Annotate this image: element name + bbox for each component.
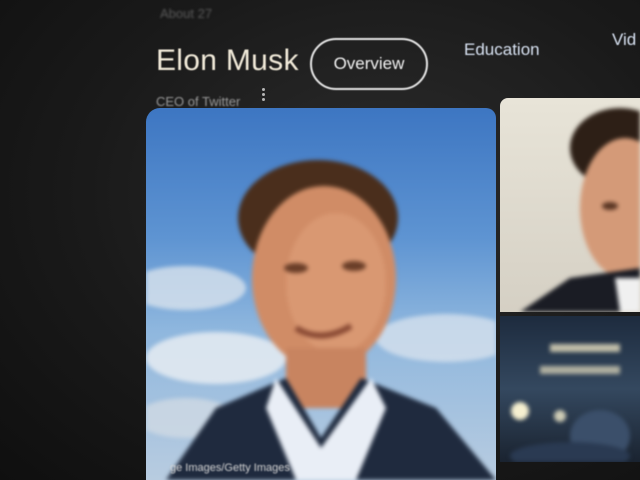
result-stats: About 27 — [160, 6, 213, 21]
portrait-photo — [520, 108, 640, 312]
tab-videos[interactable]: Vid — [612, 30, 636, 50]
tab-overview[interactable]: Overview — [310, 38, 428, 90]
monitor-screen: About 27 Elon Musk CEO of Twitter Overvi… — [0, 0, 640, 480]
portrait-photo — [146, 160, 496, 480]
image-caption: ge Images/Getty Images — [170, 462, 290, 474]
tab-education[interactable]: Education — [464, 40, 540, 60]
side-image-bottom[interactable] — [500, 316, 640, 462]
knowledge-panel-subtitle: CEO of Twitter — [156, 94, 241, 109]
event-photo — [510, 344, 630, 462]
main-image[interactable] — [146, 108, 496, 480]
knowledge-panel-title: Elon Musk — [156, 44, 299, 77]
more-vertical-icon[interactable] — [258, 86, 268, 106]
side-image-top[interactable] — [500, 98, 640, 312]
